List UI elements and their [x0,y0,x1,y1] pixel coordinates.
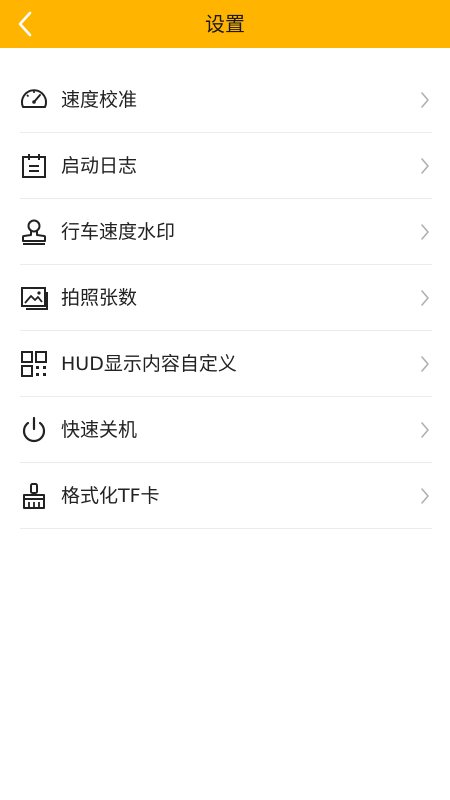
page-title: 设置 [205,12,245,36]
chevron-right-icon [421,224,429,240]
settings-item-speed-watermark[interactable]: 行车速度水印 [0,199,450,265]
qr-grid-icon [18,348,50,380]
chevron-right-icon [421,290,429,306]
settings-item-speed-calibration[interactable]: 速度校准 [0,67,450,133]
speedometer-icon [18,84,50,116]
settings-item-label: 启动日志 [61,155,138,177]
chevron-right-icon [421,488,429,504]
power-icon [18,414,50,446]
chevron-right-icon [421,356,429,372]
calendar-log-icon [18,150,50,182]
settings-item-photo-count[interactable]: 拍照张数 [0,265,450,331]
brush-icon [18,480,50,512]
settings-item-label: 行车速度水印 [61,221,176,243]
settings-list: 速度校准 启动日志 行车速度水印 拍照张数 HUD显示内容自定义 快速关机 格式… [0,67,450,529]
settings-item-quick-shutdown[interactable]: 快速关机 [0,397,450,463]
chevron-right-icon [421,422,429,438]
settings-item-label: 格式化TF卡 [61,485,160,507]
stamp-icon [18,216,50,248]
photos-icon [18,282,50,314]
divider [20,528,432,529]
settings-item-label: 速度校准 [61,89,138,111]
app-header: 设置 [0,0,450,48]
chevron-right-icon [421,92,429,108]
settings-item-hud-custom[interactable]: HUD显示内容自定义 [0,331,450,397]
settings-item-label: 拍照张数 [61,287,138,309]
chevron-right-icon [421,158,429,174]
settings-item-format-tf-card[interactable]: 格式化TF卡 [0,463,450,529]
settings-item-startup-log[interactable]: 启动日志 [0,133,450,199]
settings-item-label: HUD显示内容自定义 [61,353,237,375]
settings-item-label: 快速关机 [61,419,138,441]
